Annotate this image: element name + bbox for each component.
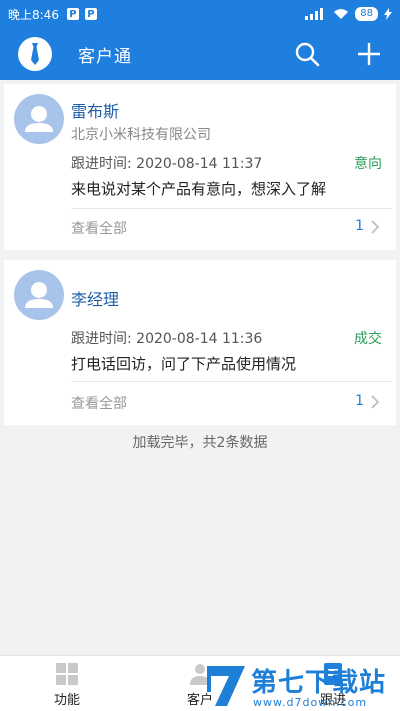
avatar xyxy=(14,94,64,144)
customer-card[interactable]: 李经理 跟进时间: 2020-08-14 11:36 成交 打电话回访，问了下产… xyxy=(4,260,396,425)
search-icon[interactable] xyxy=(293,40,321,68)
app-bar: 客户通 xyxy=(0,28,400,80)
person-icon xyxy=(25,282,53,308)
status-bar: 晚上8:46 P P 88 xyxy=(0,0,400,28)
watermark-url: www.d7down.com xyxy=(253,696,368,709)
d7-logo-icon xyxy=(207,666,245,706)
watermark-title: 第七下载站 xyxy=(251,668,387,698)
clock: 晚上8:46 xyxy=(8,7,59,22)
status-badge: 意向 xyxy=(354,156,382,172)
follow-count: 1 xyxy=(355,393,364,409)
divider xyxy=(71,381,392,382)
follow-time: 跟进时间: 2020-08-14 11:36 xyxy=(71,331,263,347)
tab-functions[interactable]: 功能 xyxy=(27,656,107,711)
follow-time: 跟进时间: 2020-08-14 11:37 xyxy=(71,156,263,172)
customer-name[interactable]: 雷布斯 xyxy=(71,98,119,122)
page-title: 客户通 xyxy=(78,46,132,67)
view-all-link[interactable]: 查看全部 xyxy=(71,393,127,413)
divider xyxy=(71,208,392,209)
avatar xyxy=(14,270,64,320)
site-watermark: 第七下载站 www.d7down.com xyxy=(205,660,400,711)
plus-icon[interactable] xyxy=(355,40,383,68)
battery-indicator: 88 xyxy=(355,7,378,21)
chevron-right-icon[interactable] xyxy=(368,395,382,409)
notification-p-icon: P xyxy=(66,8,79,20)
customer-name[interactable]: 李经理 xyxy=(71,286,119,310)
chevron-right-icon[interactable] xyxy=(368,220,382,234)
notification-p-icon: P xyxy=(84,8,97,20)
signal-icon xyxy=(305,8,324,20)
wifi-icon xyxy=(334,9,349,19)
app-logo xyxy=(18,37,52,71)
view-all-link[interactable]: 查看全部 xyxy=(71,218,127,238)
follow-note: 打电话回访，问了下产品使用情况 xyxy=(71,355,297,373)
customer-card[interactable]: 雷布斯 北京小米科技有限公司 跟进时间: 2020-08-14 11:37 意向… xyxy=(4,84,396,250)
person-icon xyxy=(25,106,53,132)
customer-company: 北京小米科技有限公司 xyxy=(71,127,211,143)
tie-icon xyxy=(31,43,39,65)
list-footer: 加载完毕，共2条数据 xyxy=(132,435,268,451)
follow-note: 来电说对某个产品有意向，想深入了解 xyxy=(71,180,327,198)
status-badge: 成交 xyxy=(354,331,382,347)
tab-label: 功能 xyxy=(53,693,80,708)
grid-icon xyxy=(56,663,78,685)
follow-count: 1 xyxy=(355,218,364,234)
charging-icon xyxy=(384,8,392,20)
